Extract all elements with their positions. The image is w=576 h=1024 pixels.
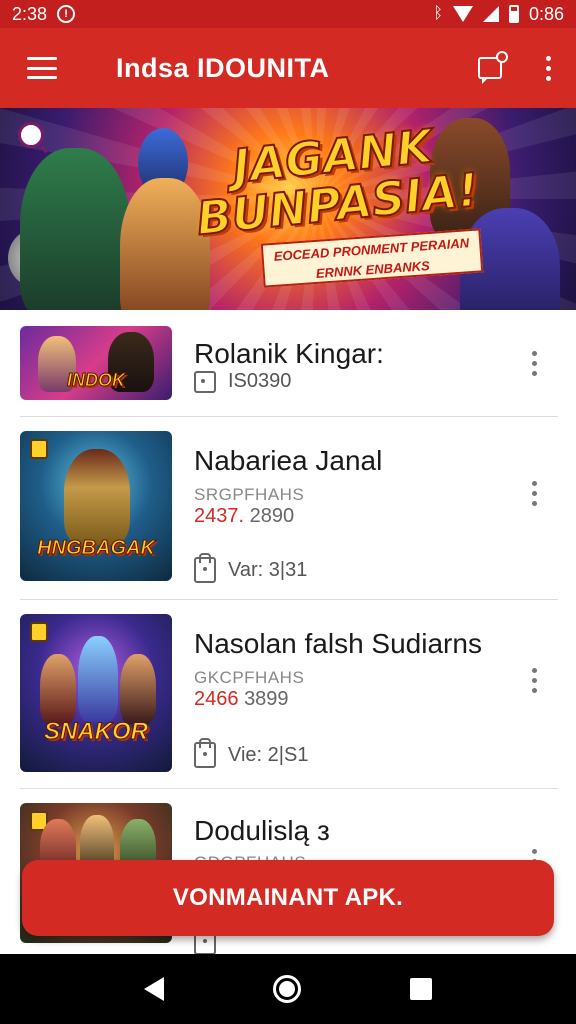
app-title: Nasolan falsh Sudiarns [194,628,482,659]
app-stat-red: 2437. [194,505,245,527]
package-icon [194,553,216,583]
status-time: 2:38 [12,3,48,24]
app-info-text: IS0390 [228,370,292,392]
item-more-button[interactable] [522,343,546,383]
list-item[interactable]: SNAKOR Nasolan falsh Sudiarns GKCPFHAHS … [0,600,576,788]
wifi-icon [452,6,473,22]
app-stat: 2890 [249,505,295,527]
app-stats: 2437. 2890 [194,505,294,528]
download-apk-button[interactable]: VONMAINANT APK. [22,860,554,936]
menu-icon [27,57,57,79]
zoom-icon[interactable] [18,122,44,148]
hero-character-art [20,148,130,310]
storage-icon [194,370,216,393]
back-icon[interactable] [144,977,165,1001]
app-info: Vie: 2|S1 [194,738,309,768]
bluetooth-icon: ᛒ [433,5,443,22]
app-info-text: Var: 3|31 [228,558,308,581]
app-title: Indsa IDOUNITA [116,52,330,83]
notification-icon: ! [57,5,76,23]
notification-button[interactable] [460,28,520,108]
item-more-button[interactable] [522,660,546,700]
status-bar: 2:38 ! ᛒ 0:86 [0,0,576,28]
app-title: Dodulislą з [194,815,330,846]
status-clock: 0:86 [528,3,564,24]
app-thumbnail: INDOK [20,326,172,400]
item-more-button[interactable] [522,473,546,513]
battery-icon [508,5,519,23]
thumb-logo: INDOK [67,370,126,391]
recents-icon[interactable] [409,978,432,1000]
system-nav-bar [0,954,576,1024]
app-thumbnail: HNGBAGAK [20,431,172,581]
app-thumbnail: SNAKOR [20,614,172,772]
thumb-logo: SNAKOR [43,718,148,746]
more-vert-icon [545,55,551,61]
app-bar: Indsa IDOUNITA [0,28,576,108]
notification-bell-icon [478,51,508,84]
signal-icon [482,6,499,22]
app-info: Var: 3|31 [194,553,308,583]
app-info-text: Vie: 2|S1 [228,743,309,766]
app-stat-red: 2466 [194,688,239,710]
list-item[interactable]: INDOK Rolanik Kingar: IS0390 [0,310,576,416]
badge-icon [30,622,48,642]
badge-icon [30,439,48,459]
promo-banner[interactable]: JAGANK BUNPASIA! EOCEAD PRONMENT PERAIAN… [0,108,576,310]
list-item[interactable]: HNGBAGAK Nabariea Janal SRGPFHAHS 2437. … [0,417,576,599]
app-subtitle: SRGPFHAHS [194,485,305,504]
more-options-button[interactable] [520,28,576,108]
app-stat: 3899 [244,688,289,710]
home-icon[interactable] [272,975,301,1003]
app-stats: 2466 3899 [194,688,289,711]
app-title: Rolanik Kingar: [194,338,384,369]
menu-button[interactable] [0,28,84,108]
app-info: IS0390 [194,370,291,393]
app-title: Nabariea Janal [194,445,383,476]
app-subtitle: GKCPFHAHS [194,668,305,687]
package-icon [194,738,216,768]
thumb-logo: HNGBAGAK [37,537,156,560]
